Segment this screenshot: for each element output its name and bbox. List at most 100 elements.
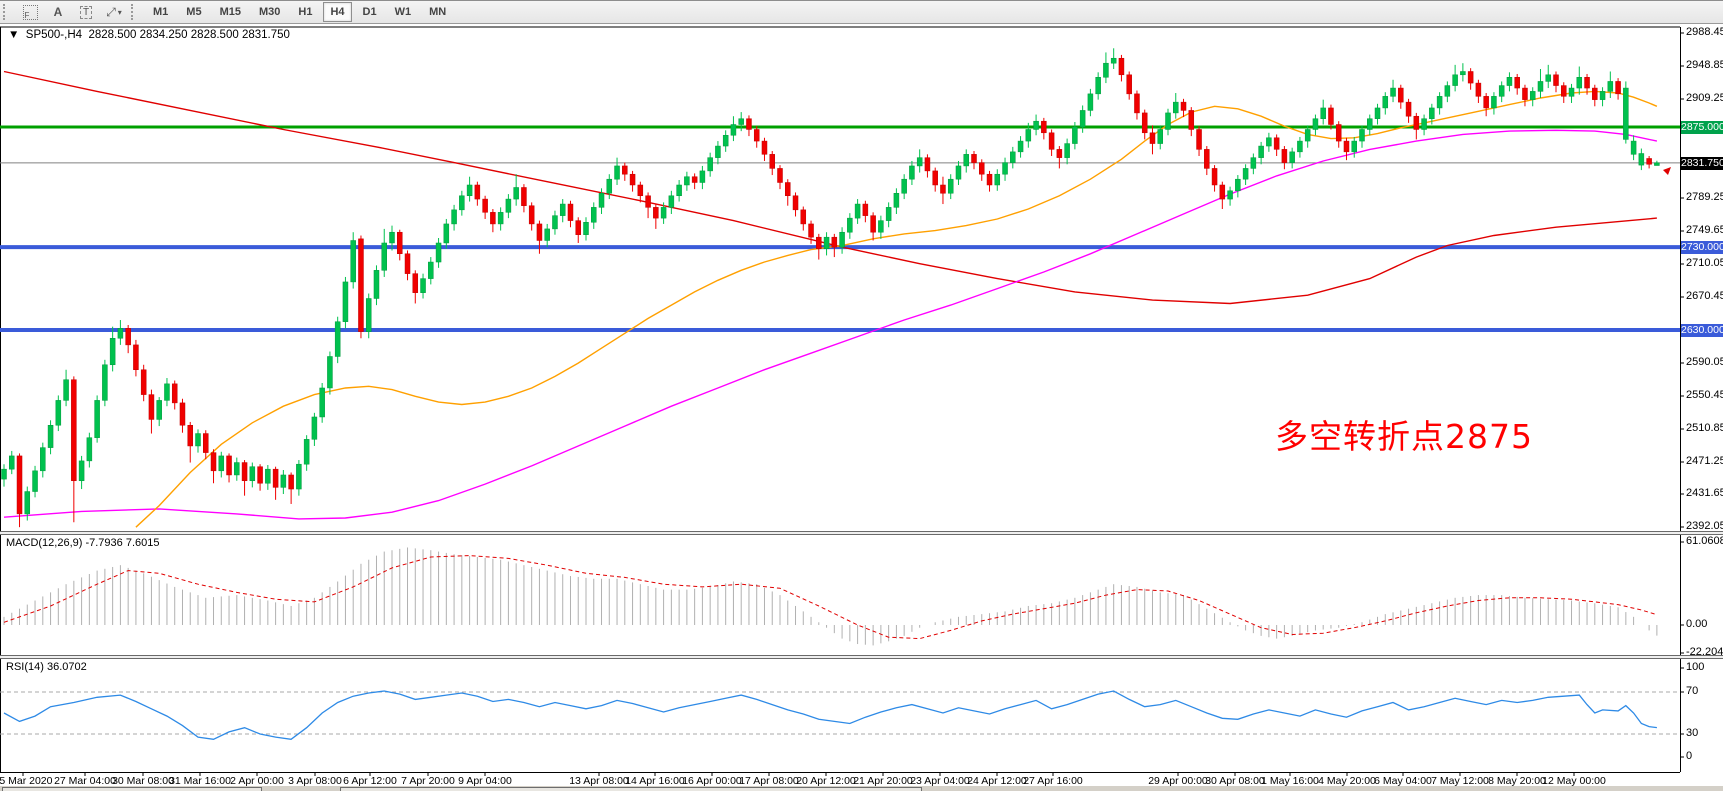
candle (552, 216, 557, 229)
candle (770, 154, 775, 168)
candle (1654, 163, 1659, 166)
candle (576, 221, 581, 235)
candle (855, 204, 860, 218)
candle (343, 282, 348, 322)
candle (1437, 96, 1442, 108)
candle (1499, 86, 1504, 97)
candle (1119, 58, 1124, 75)
candle (258, 467, 263, 484)
candle (1460, 71, 1465, 74)
candle (1484, 96, 1489, 108)
candle (661, 207, 666, 218)
candle (1057, 149, 1062, 157)
candle (1266, 138, 1271, 146)
candle (490, 212, 495, 224)
candle (1468, 71, 1473, 83)
candle (1336, 125, 1341, 142)
candle (390, 232, 395, 243)
candle (708, 158, 713, 171)
candle (940, 185, 945, 193)
candle (227, 456, 232, 475)
candle (1290, 152, 1295, 163)
chart-surface[interactable] (0, 0, 1723, 791)
candle (374, 270, 379, 298)
candle (878, 221, 883, 233)
macd-axis-label: 61.0608 (1686, 535, 1723, 547)
candle (444, 224, 449, 243)
price-axis-label: 2510.850 (1686, 422, 1723, 434)
candle (1592, 88, 1597, 100)
candle (917, 158, 922, 166)
candle (560, 204, 565, 216)
candle (1515, 77, 1520, 88)
candle (731, 125, 736, 136)
candle (739, 119, 744, 125)
candle (886, 207, 891, 220)
candle (1391, 88, 1396, 96)
rsi-label: RSI(14) 36.0702 (6, 661, 87, 673)
candle (242, 463, 247, 481)
candle (607, 179, 612, 193)
candle (1026, 129, 1031, 141)
candle (514, 187, 519, 199)
candle (335, 322, 340, 357)
candle (1608, 81, 1613, 91)
chart-tab[interactable] (340, 787, 922, 791)
candle (40, 448, 45, 471)
quote-open: 2828.500 (88, 29, 136, 41)
candle (1616, 81, 1621, 93)
candle (995, 174, 1000, 185)
price-axis-label: 2710.050 (1686, 257, 1723, 269)
bottom-window-edge (0, 786, 1723, 791)
candle (948, 179, 953, 193)
candle (1406, 102, 1411, 116)
candle (102, 365, 107, 401)
candle (211, 453, 216, 471)
ma-magenta-line (4, 130, 1657, 519)
candle (1018, 141, 1023, 152)
candle (754, 129, 759, 141)
candle (568, 204, 573, 221)
candle (95, 400, 100, 437)
candle (281, 475, 286, 487)
candle (397, 232, 402, 254)
candle (785, 183, 790, 196)
candle (164, 384, 169, 401)
candle (1546, 75, 1551, 82)
candle (599, 193, 604, 207)
candle (452, 210, 457, 224)
candle (234, 463, 239, 475)
candle (909, 166, 914, 179)
candle (1142, 113, 1147, 133)
macd-axis-label: 0.00 (1686, 618, 1707, 630)
candle (584, 222, 589, 234)
candle (428, 262, 433, 279)
candle (1375, 108, 1380, 119)
price-axis-label: 2909.250 (1686, 92, 1723, 104)
candle (110, 338, 115, 365)
candle (669, 196, 674, 208)
rsi-axis-label: 70 (1686, 685, 1698, 697)
candle (1445, 86, 1450, 97)
price-badge: 2730.000 (1681, 241, 1723, 254)
candle (746, 119, 751, 130)
candle (1414, 116, 1419, 129)
quote-close: 2831.750 (242, 29, 290, 41)
price-axis-label: 2789.250 (1686, 191, 1723, 203)
candle (847, 218, 852, 232)
candle (1274, 138, 1279, 150)
candle (1212, 168, 1217, 185)
candle (1041, 121, 1046, 133)
candle (1554, 75, 1559, 86)
rsi-axis-label: 30 (1686, 727, 1698, 739)
candle (1422, 119, 1427, 130)
candle (71, 380, 76, 481)
chart-tab[interactable] (2, 787, 262, 791)
candle (1297, 141, 1302, 152)
candle (871, 216, 876, 233)
candle (436, 243, 441, 262)
candle (700, 171, 705, 183)
candle (172, 384, 177, 403)
candle (17, 456, 22, 514)
candle (33, 471, 38, 492)
